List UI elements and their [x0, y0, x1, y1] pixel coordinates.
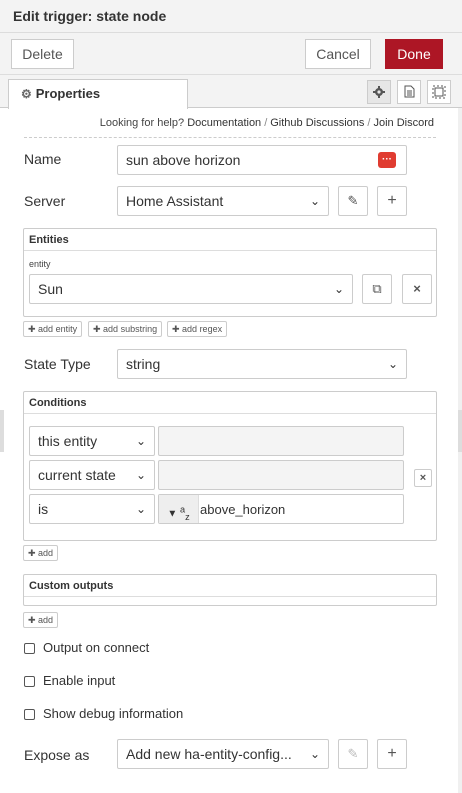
entities-header: Entities [24, 229, 436, 251]
output-on-connect-checkbox[interactable] [24, 643, 35, 654]
add-expose-button[interactable]: + [377, 739, 407, 769]
show-debug-label: Show debug information [43, 706, 184, 721]
chevron-down-icon: ⌄ [135, 502, 146, 516]
add-custom-output-label: add [38, 615, 54, 625]
output-on-connect-label: Output on connect [43, 640, 150, 655]
show-debug-checkbox[interactable] [24, 709, 35, 720]
chevron-down-icon: ⌄ [309, 194, 320, 208]
pencil-icon: ✎ [347, 193, 359, 208]
enable-input-label: Enable input [43, 673, 116, 688]
add-entity-label: add entity [38, 324, 78, 334]
done-button[interactable]: Done [385, 39, 443, 69]
server-select[interactable]: Home Assistant ⌄ [117, 186, 329, 216]
add-regex-label: add regex [182, 324, 223, 334]
frame-icon [432, 85, 446, 99]
condition-value-1[interactable] [158, 426, 404, 456]
remove-condition-button[interactable]: × [414, 469, 432, 487]
help-prefix: Looking for help? [99, 117, 185, 129]
document-icon [404, 85, 414, 98]
plus-icon: + [387, 192, 397, 209]
expose-as-select[interactable]: Add new ha-entity-config... ⌄ [117, 739, 329, 769]
entity-select[interactable]: Sun ⌄ [29, 274, 353, 304]
chevron-down-icon: ⌄ [387, 357, 398, 371]
caret-down-icon: ▼ [167, 508, 178, 520]
edit-server-button[interactable]: ✎ [338, 186, 368, 216]
state-type-select[interactable]: string ⌄ [117, 349, 407, 379]
add-condition-button[interactable]: ✚ add [23, 545, 59, 561]
server-label: Server [24, 193, 66, 209]
add-entity-button[interactable]: ✚ add entity [23, 321, 83, 337]
condition-select-2-value: current state [38, 467, 116, 483]
appearance-tab-icon[interactable] [427, 80, 451, 104]
condition-value-3-text: above_horizon [200, 502, 286, 517]
enable-input-checkbox[interactable] [24, 676, 35, 687]
copy-entity-button[interactable]: ⧉ [362, 274, 392, 304]
type-selector[interactable]: ▼ az [159, 495, 199, 523]
chevron-down-icon: ⌄ [135, 468, 146, 482]
condition-value-3[interactable]: ▼ az above_horizon [158, 494, 404, 524]
tab-properties[interactable]: ⚙ Properties [8, 79, 188, 109]
condition-select-2[interactable]: current state ⌄ [29, 460, 155, 490]
chevron-down-icon: ⌄ [333, 282, 344, 296]
condition-select-3[interactable]: is ⌄ [29, 494, 155, 524]
close-icon: × [419, 472, 427, 484]
separator: / [264, 117, 268, 129]
chevron-down-icon: ⌄ [135, 434, 146, 448]
add-regex-button[interactable]: ✚ add regex [167, 321, 228, 337]
name-value: sun above horizon [126, 152, 241, 168]
add-substring-button[interactable]: ✚ add substring [88, 321, 163, 337]
entity-label: entity [29, 259, 51, 269]
condition-value-2[interactable] [158, 460, 404, 490]
entity-value: Sun [38, 281, 63, 297]
state-type-label: State Type [24, 356, 91, 372]
expose-as-value: Add new ha-entity-config... [126, 746, 292, 762]
help-links: Looking for help? Documentation / Github D… [24, 117, 436, 138]
tab-properties-label: Properties [35, 86, 101, 101]
delete-button[interactable]: Delete [11, 39, 74, 69]
add-condition-label: add [38, 548, 54, 558]
add-custom-output-button[interactable]: ✚ add [23, 612, 59, 628]
documentation-link[interactable]: Documentation [187, 117, 261, 129]
settings-tab-icon[interactable] [367, 80, 391, 104]
more-icon[interactable]: ··· [378, 152, 396, 168]
left-resize-handle[interactable] [0, 410, 4, 452]
conditions-header: Conditions [24, 392, 436, 414]
custom-outputs-group: Custom outputs [23, 574, 437, 606]
expose-as-label: Expose as [24, 747, 90, 763]
gear-icon: ⚙ [21, 87, 32, 101]
custom-outputs-header: Custom outputs [24, 575, 436, 597]
close-icon: × [413, 281, 421, 296]
edit-expose-button[interactable]: ✎ [338, 739, 368, 769]
condition-select-3-value: is [38, 501, 49, 517]
separator: / [367, 117, 371, 129]
copy-icon: ⧉ [372, 281, 382, 296]
chevron-down-icon: ⌄ [309, 747, 320, 761]
server-value: Home Assistant [126, 193, 224, 209]
state-type-value: string [126, 356, 161, 372]
remove-entity-button[interactable]: × [402, 274, 432, 304]
pencil-icon: ✎ [347, 746, 359, 761]
join-discord-link[interactable]: Join Discord [373, 117, 434, 129]
gear-icon [373, 86, 385, 98]
string-type-icon: az [180, 504, 190, 522]
name-input[interactable]: sun above horizon ··· [117, 145, 407, 175]
add-substring-label: add substring [103, 324, 158, 334]
description-tab-icon[interactable] [397, 80, 421, 104]
dialog-title: Edit trigger: state node [0, 0, 462, 33]
condition-select-1-value: this entity [38, 433, 98, 449]
condition-select-1[interactable]: this entity ⌄ [29, 426, 155, 456]
cancel-button[interactable]: Cancel [305, 39, 371, 69]
add-server-button[interactable]: + [377, 186, 407, 216]
right-resize-handle[interactable] [458, 410, 462, 452]
github-discussions-link[interactable]: Github Discussions [270, 117, 364, 129]
plus-icon: + [387, 745, 397, 762]
name-label: Name [24, 151, 62, 167]
